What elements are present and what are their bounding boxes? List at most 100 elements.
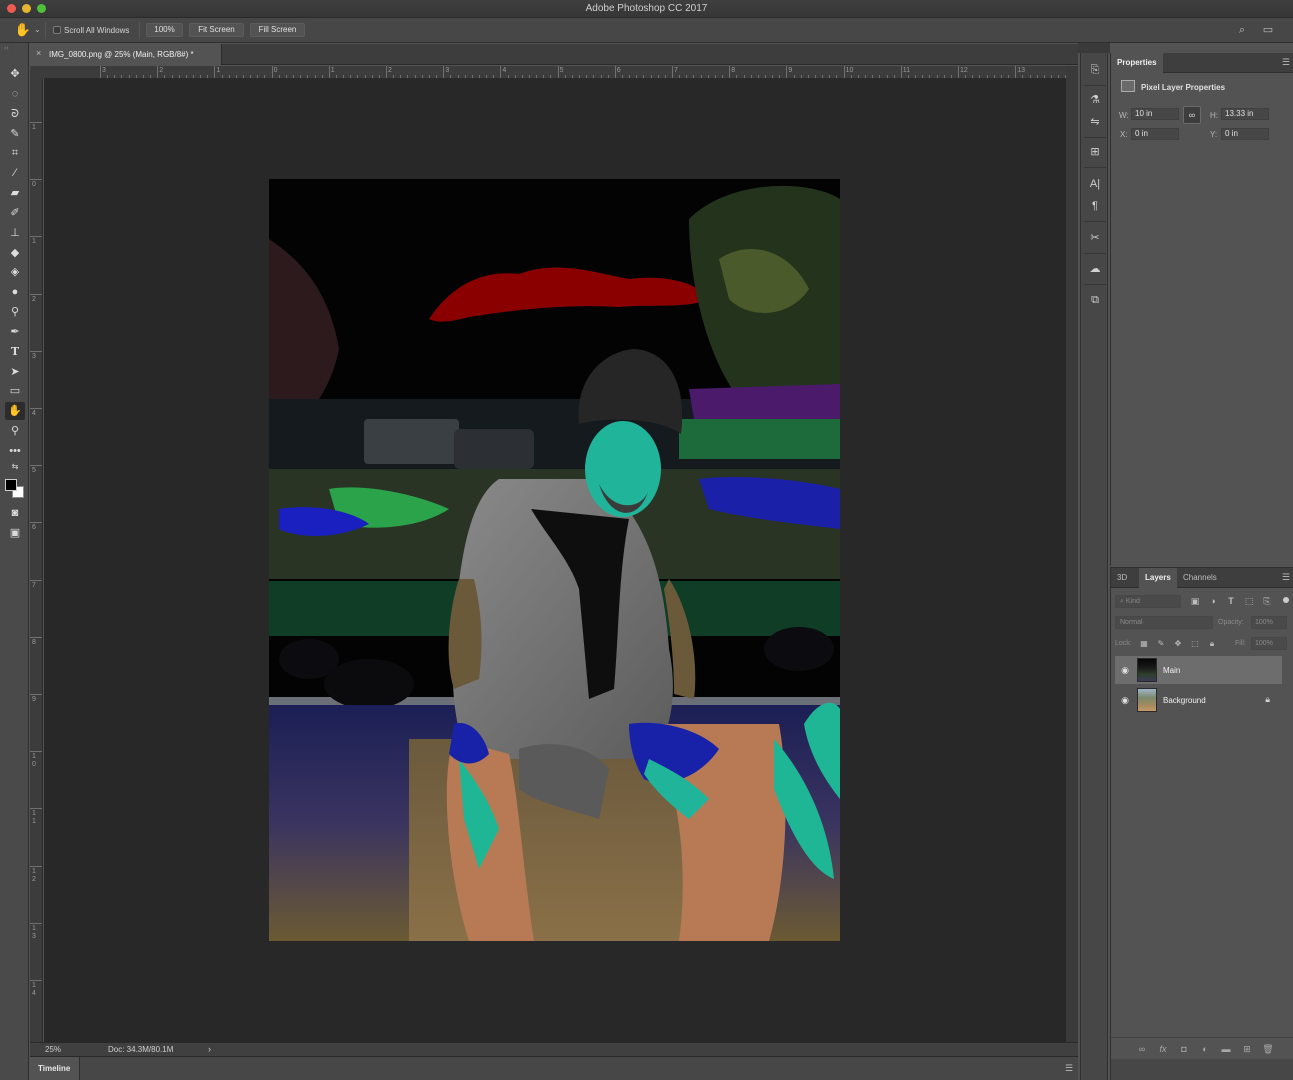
fit-screen-button[interactable]: Fit Screen [189,23,244,37]
ruler-minor-tick [922,75,924,78]
adjustments-icon[interactable]: ⚗ [1086,91,1104,109]
divider [1084,167,1106,168]
blend-mode-select[interactable]: Normal [1115,616,1213,629]
opacity-field[interactable]: 100% [1251,616,1287,629]
zoom-icon[interactable]: ⚲ [5,422,25,440]
scroll-all-windows-checkbox[interactable] [53,26,61,34]
title-bar: Adobe Photoshop CC 2017 [0,0,1293,18]
tab-timeline[interactable]: Timeline [30,1057,80,1080]
link-layers-icon[interactable]: ∞ [1135,1043,1149,1055]
document-tab[interactable]: × IMG_0800.png @ 25% (Main, RGB/8#) * [30,44,222,65]
ruler-label: 1 [330,67,335,74]
layer-name: Background [1163,696,1206,705]
panel-menu-icon[interactable]: ☰ [1282,57,1290,68]
adjustment-layer-icon[interactable]: ◐ [1198,1043,1212,1055]
eraser-icon[interactable]: ◆ [5,244,25,262]
stamp-icon[interactable]: ⊥ [5,224,25,242]
brush-icon[interactable]: ✐ [5,204,25,222]
lock-all-icon[interactable]: 🔒︎ [1206,638,1218,650]
swap-colors-icon[interactable]: ⇆ [5,462,25,472]
eye-icon[interactable]: ◉ [1119,694,1131,706]
quick-mask-icon[interactable]: ◙ [5,504,25,522]
zoom-100-button[interactable]: 100% [146,23,183,37]
tab-layers[interactable]: Layers [1139,568,1177,588]
panel-menu-icon[interactable]: ☰ [1282,572,1290,583]
zoom-level[interactable]: 25% [45,1045,61,1054]
status-menu-arrow-icon[interactable]: › [208,1044,211,1054]
foreground-color-swatch[interactable] [5,479,17,491]
link-dimensions-icon[interactable]: ∞ [1183,106,1201,124]
crop-icon[interactable]: ⌗ [5,144,25,162]
lock-artboard-icon[interactable]: ⬚ [1189,638,1201,650]
marquee-icon[interactable]: ◌ [5,85,25,103]
paint-bucket-icon[interactable]: ◈ [5,263,25,281]
new-layer-icon[interactable]: ⊞ [1240,1043,1254,1055]
sliders-icon[interactable]: ⇋ [1086,113,1104,131]
tab-channels[interactable]: Channels [1177,568,1223,588]
more-tools-icon[interactable]: ••• [5,442,25,460]
filter-shape-icon[interactable]: ⬚ [1243,595,1255,607]
y-position-field[interactable]: 0 in [1221,128,1269,140]
paragraph-icon[interactable]: ¶ [1086,197,1104,215]
dodge-icon[interactable]: ⚲ [5,303,25,321]
ruler-minor-tick [357,75,359,78]
eye-icon[interactable]: ◉ [1119,664,1131,676]
layer-filter-kind[interactable]: ⌕ Kind [1115,595,1181,608]
quick-select-icon[interactable]: ✎ [5,125,25,143]
close-icon[interactable]: × [36,48,41,58]
hand-icon[interactable]: ✋ [5,402,25,420]
chevron-down-icon[interactable]: ⌄ [34,25,41,34]
document-image[interactable] [269,179,840,941]
width-field[interactable]: 10 in [1131,108,1179,120]
ruler-minor-tick [185,75,187,78]
filter-pixel-icon[interactable]: ▣ [1189,595,1201,607]
height-field[interactable]: 13.33 in [1221,108,1269,120]
ruler-origin[interactable] [30,66,44,79]
lock-image-icon[interactable]: ✎ [1155,638,1167,650]
panel-menu-icon[interactable]: ☰ [1065,1063,1073,1074]
x-position-field[interactable]: 0 in [1131,128,1179,140]
layer-row-main[interactable]: ◉ Main [1115,656,1282,684]
tab-3d[interactable]: 3D [1111,568,1133,588]
rectangle-icon[interactable]: ▭ [5,382,25,400]
path-select-icon[interactable]: ➤ [5,363,25,381]
fill-field[interactable]: 100% [1251,637,1287,650]
layer-style-icon[interactable]: fx [1156,1043,1170,1055]
fill-screen-button[interactable]: Fill Screen [250,23,305,37]
creative-cloud-icon[interactable]: ☁ [1086,260,1104,278]
history-icon[interactable]: ⎘ [1086,61,1104,79]
pen-icon[interactable]: ✒ [5,323,25,341]
lock-position-icon[interactable]: ✥ [1172,638,1184,650]
styles-icon[interactable]: ⊞ [1086,143,1104,161]
character-icon[interactable]: A| [1086,175,1104,193]
ruler-horizontal[interactable]: 3 2 1 0 1 2 3 4 5 6 7 8 9 10 11 12 13 [44,66,1066,79]
type-icon[interactable]: T [5,343,25,361]
filter-smart-object-icon[interactable]: ⎘ [1261,595,1273,607]
filter-toggle[interactable] [1283,597,1289,603]
blur-icon[interactable]: ● [5,283,25,301]
ruler-vertical[interactable]: 101234567891 01 11 21 31 4 [30,79,43,1042]
lasso-icon[interactable]: ᘐ [5,105,25,123]
healing-icon[interactable]: ▰ [5,184,25,202]
lock-transparent-icon[interactable]: ▦ [1138,638,1150,650]
add-mask-icon[interactable]: ◘ [1177,1043,1191,1055]
tab-properties[interactable]: Properties [1111,53,1163,73]
move-icon[interactable]: ✥ [5,65,25,83]
tools-settings-icon[interactable]: ✂ [1086,229,1104,247]
filter-adjustment-icon[interactable]: ◑ [1207,595,1219,607]
new-group-icon[interactable]: ▬ [1219,1043,1233,1055]
dock-grip[interactable] [1078,43,1110,53]
hand-tool-preset-icon[interactable]: ✋ [14,22,32,38]
ruler-tick [30,636,42,638]
screen-mode-icon[interactable]: ▣ [5,524,25,542]
vertical-scrollbar[interactable] [1066,66,1078,1042]
panel-grip[interactable]: ‹‹ [4,45,9,52]
layer-row-background[interactable]: ◉ Background 🔒︎ [1115,686,1282,714]
search-icon[interactable]: ⌕ [1235,23,1249,37]
libraries-icon[interactable]: ⧉ [1086,291,1104,309]
trash-icon[interactable]: 🗑︎ [1261,1043,1275,1055]
workspace-icon[interactable]: ▭ [1261,23,1275,37]
pixel-layer-icon [1121,80,1135,92]
eyedropper-icon[interactable]: ⁄ [5,164,25,182]
filter-type-icon[interactable]: T [1225,595,1237,607]
